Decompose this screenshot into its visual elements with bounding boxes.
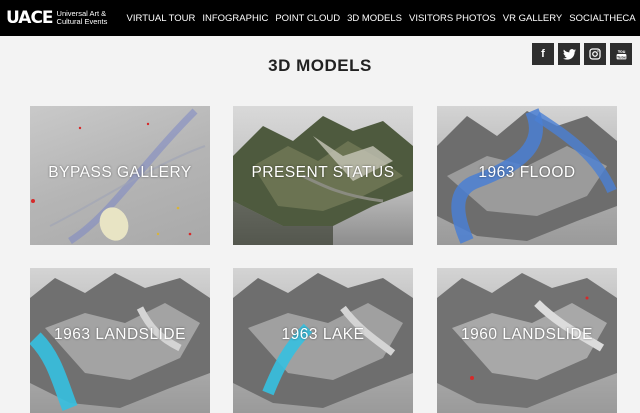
- model-tile-bypass-gallery[interactable]: BYPASS GALLERY: [30, 106, 210, 245]
- tile-label: 1960 LANDSLIDE: [461, 326, 593, 343]
- site-logo[interactable]: UACE Universal Art & Cultural Events: [6, 7, 119, 28]
- tile-label: 1963 LAKE: [281, 326, 365, 343]
- nav-3d-models[interactable]: 3D MODELS: [347, 13, 402, 24]
- model-tile-1963-landslide[interactable]: 1963 LANDSLIDE: [30, 268, 210, 413]
- model-tile-1960-landslide[interactable]: 1960 LANDSLIDE: [437, 268, 617, 413]
- model-tile-1963-flood[interactable]: 1963 FLOOD: [437, 106, 617, 245]
- tile-label: 1963 FLOOD: [478, 164, 576, 181]
- nav-visitors-photos[interactable]: VISITORS PHOTOS: [409, 13, 496, 24]
- logo-mark: UACE: [6, 7, 54, 28]
- model-tile-1963-lake[interactable]: 1963 LAKE: [233, 268, 413, 413]
- nav-virtual-tour[interactable]: VIRTUAL TOUR: [127, 13, 196, 24]
- page-title: 3D MODELS: [268, 56, 372, 75]
- tile-label: 1963 LANDSLIDE: [54, 326, 186, 343]
- logo-text: Universal Art & Cultural Events: [56, 9, 108, 26]
- top-navigation-bar: UACE Universal Art & Cultural Events VIR…: [0, 0, 640, 36]
- nav-socialtheca[interactable]: SOCIALTHECA: [569, 13, 635, 24]
- tile-label: PRESENT STATUS: [251, 164, 395, 181]
- nav-point-cloud[interactable]: POINT CLOUD: [275, 13, 340, 24]
- nav-infographic[interactable]: INFOGRAPHIC: [202, 13, 268, 24]
- nav-vr-gallery[interactable]: VR GALLERY: [503, 13, 563, 24]
- main-nav: VIRTUAL TOUR INFOGRAPHIC POINT CLOUD 3D …: [127, 13, 640, 24]
- svg-text:You: You: [617, 49, 625, 54]
- model-tile-present-status[interactable]: PRESENT STATUS: [233, 106, 413, 245]
- tile-label: BYPASS GALLERY: [48, 164, 192, 181]
